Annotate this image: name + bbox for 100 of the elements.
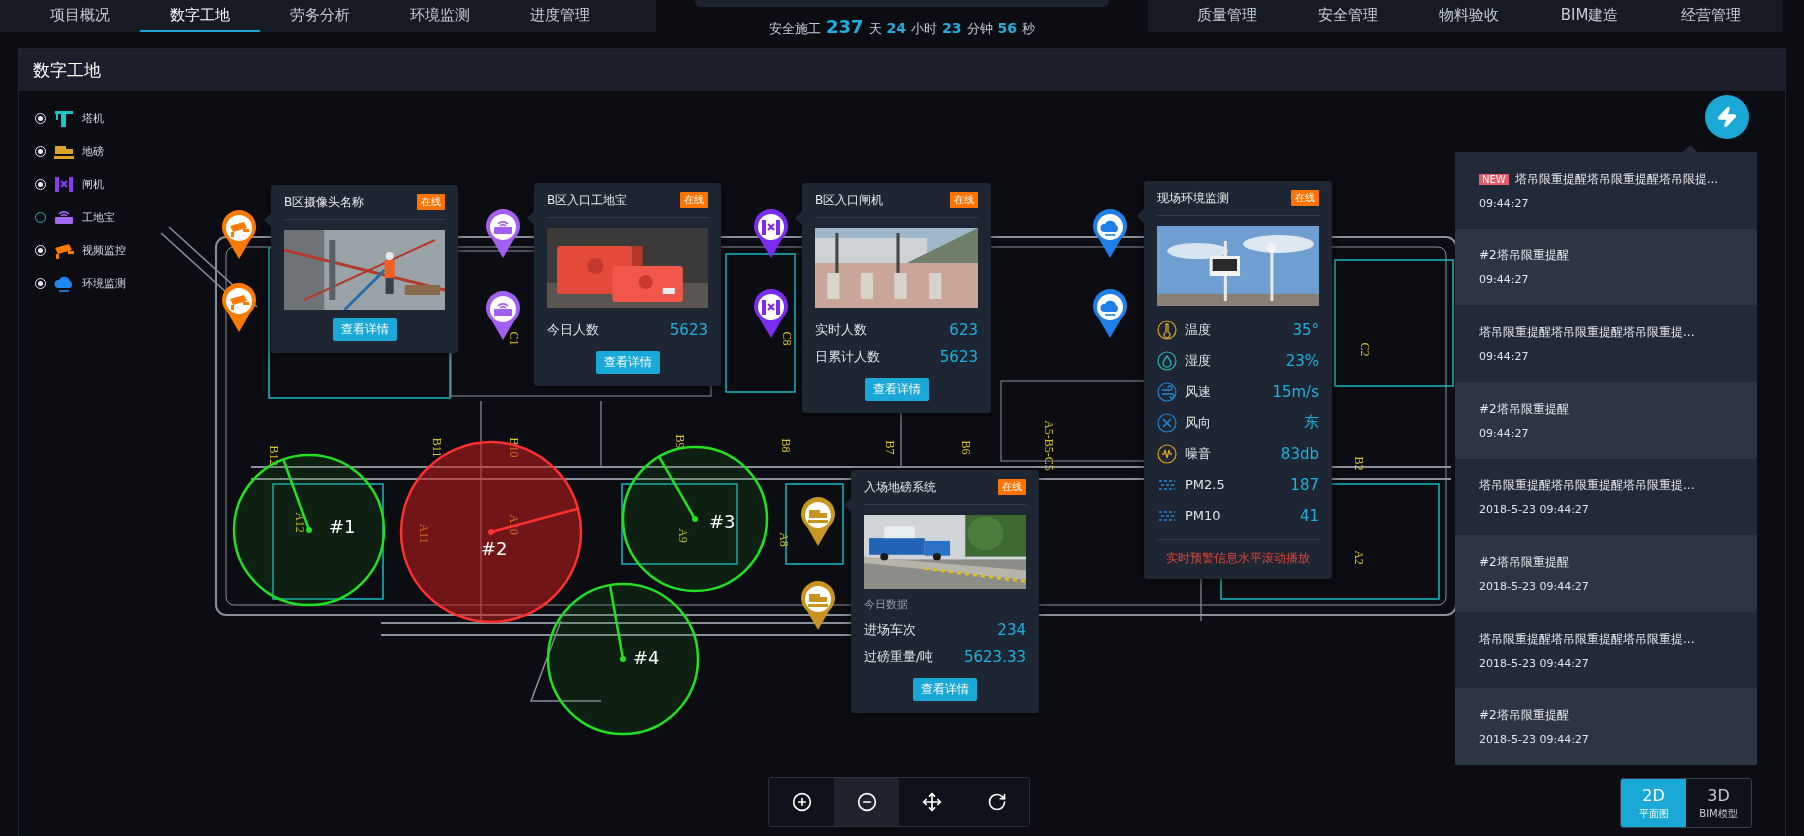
map-pin-icon[interactable] — [800, 581, 836, 631]
droplet-icon — [1157, 350, 1177, 371]
metric-label: 风向 — [1185, 413, 1211, 432]
popup-title: B区入口工地宝 — [547, 191, 628, 209]
map-pin-icon[interactable] — [221, 210, 257, 260]
wind-icon — [1157, 381, 1177, 402]
zoom-out-button[interactable] — [834, 778, 899, 826]
minus-icon — [856, 792, 877, 812]
metric-value: 23% — [1285, 351, 1319, 370]
timer-value: 237 — [826, 16, 864, 37]
turnstile-icon — [53, 174, 75, 194]
zoom-in-button[interactable] — [769, 778, 834, 826]
rotate-button[interactable] — [964, 778, 1029, 826]
status-badge: 在线 — [1291, 190, 1319, 206]
metric-value: 15m/s — [1272, 382, 1319, 401]
alert-text: 塔吊限重提醒塔吊限重提醒塔吊限重提... — [1479, 477, 1695, 495]
alert-text: #2塔吊限重提醒 — [1479, 400, 1569, 418]
move-arrows-icon — [921, 792, 942, 812]
metric-value: 234 — [997, 620, 1026, 639]
alert-item[interactable]: #2塔吊限重提醒 09:44:27 — [1455, 228, 1757, 306]
zone-label: C1 — [505, 331, 521, 346]
timer-unit: 天 — [868, 20, 882, 38]
alert-time: 2018-5-23 09:44:27 — [1479, 579, 1590, 593]
zone-label: C8 — [778, 331, 794, 346]
map-pin-icon[interactable] — [485, 209, 521, 259]
nav-tab[interactable]: BIM建造 — [1529, 0, 1650, 32]
timer-unit: 分钟 — [966, 20, 993, 38]
nav-tab[interactable]: 质量管理 — [1166, 0, 1287, 32]
metric-value: 35° — [1292, 320, 1319, 339]
metric-label: 过磅重量/吨 — [864, 647, 934, 666]
zone-label: A12 — [291, 512, 307, 533]
zone-label: B2 — [1350, 456, 1366, 471]
layer-label: 闸机 — [82, 176, 104, 192]
timer-label: 安全施工 — [769, 20, 821, 38]
alert-text: 塔吊限重提醒塔吊限重提醒塔吊限重提... — [1479, 324, 1695, 342]
map-pin-icon[interactable] — [1092, 289, 1128, 339]
timer-unit: 小时 — [911, 20, 938, 38]
zone-label: A8 — [775, 532, 791, 547]
alert-time: 09:44:27 — [1479, 350, 1530, 364]
alert-time: 09:44:27 — [1479, 273, 1530, 287]
metric-value: 5623 — [939, 347, 978, 366]
metric-label: 进场车次 — [864, 620, 916, 639]
layer-label: 环境监测 — [82, 275, 126, 291]
nav-tab[interactable]: 环境监测 — [380, 0, 500, 32]
timer-value: 24 — [886, 20, 907, 36]
alert-text: 塔吊限重提醒塔吊限重提醒塔吊限提... — [1514, 170, 1719, 188]
alert-item[interactable]: #2塔吊限重提醒 2018-5-23 09:44:27 — [1455, 688, 1757, 765]
new-badge: NEW — [1479, 173, 1509, 185]
alert-time: 2018-5-23 09:44:27 — [1479, 733, 1590, 747]
thermometer-icon — [1157, 319, 1177, 340]
metric-value: 187 — [1290, 475, 1319, 494]
metric-label: 日累计人数 — [815, 347, 880, 366]
alert-time: 09:44:27 — [1479, 196, 1530, 210]
zone-label: C2 — [1356, 342, 1372, 357]
alert-text: 塔吊限重提醒塔吊限重提醒塔吊限重提... — [1479, 630, 1695, 648]
lightning-icon — [1716, 106, 1738, 128]
status-badge: 在线 — [417, 194, 445, 210]
alert-time: 09:44:27 — [1479, 426, 1530, 440]
layer-label: 工地宝 — [82, 209, 115, 225]
zone-label: A5-B5-C5 — [1040, 420, 1056, 471]
crane-label: #2 — [481, 538, 508, 559]
crane-label: #1 — [329, 516, 356, 537]
nav-tab[interactable]: 经营管理 — [1650, 0, 1771, 32]
metric-label: 噪音 — [1185, 444, 1211, 463]
pan-button[interactable] — [899, 778, 964, 826]
metric-label: PM10 — [1185, 508, 1221, 523]
nav-tab[interactable]: 数字工地 — [140, 0, 260, 32]
metric-label: 温度 — [1185, 320, 1211, 339]
map-pin-icon[interactable] — [1092, 209, 1128, 259]
zone-label: A2 — [1350, 550, 1366, 565]
map-pin-icon[interactable] — [221, 283, 257, 333]
alert-time: 2018-5-23 09:44:27 — [1479, 656, 1590, 670]
zone-label: B8 — [777, 438, 793, 453]
zone-label: A9 — [674, 528, 690, 543]
sound-wave-icon — [1157, 443, 1177, 464]
alert-item[interactable]: #2塔吊限重提醒 09:44:27 — [1455, 381, 1757, 459]
view-mode-button[interactable]: 3D BIM模型 — [1686, 779, 1751, 827]
alert-text: #2塔吊限重提醒 — [1479, 247, 1569, 265]
layer-label: 塔机 — [82, 110, 104, 126]
map-pin-icon[interactable] — [800, 497, 836, 547]
alerts-button[interactable] — [1705, 95, 1749, 139]
layer-label: 视频监控 — [82, 242, 126, 258]
nav-tab[interactable]: 物料验收 — [1408, 0, 1529, 32]
zone-label: A11 — [415, 523, 431, 544]
nav-tab[interactable]: 劳务分析 — [260, 0, 380, 32]
alert-note: 实时预警信息水平滚动播放 — [1157, 539, 1319, 567]
metric-label: 实时人数 — [815, 320, 867, 339]
nav-tab[interactable]: 安全管理 — [1287, 0, 1408, 32]
popup-title: 现场环境监测 — [1157, 189, 1229, 207]
metric-value: 5623.33 — [963, 647, 1026, 666]
status-badge: 在线 — [998, 479, 1026, 495]
timer-value: 23 — [942, 20, 962, 36]
map-pin-icon[interactable] — [753, 209, 789, 259]
nav-tab[interactable]: 项目概况 — [20, 0, 140, 32]
plus-icon — [791, 792, 812, 812]
metric-value: 41 — [1299, 506, 1319, 525]
alert-item[interactable]: #2塔吊限重提醒 2018-5-23 09:44:27 — [1455, 535, 1757, 612]
crane-icon — [53, 108, 75, 128]
nav-tab[interactable]: 进度管理 — [500, 0, 620, 32]
layer-label: 地磅 — [82, 143, 104, 159]
